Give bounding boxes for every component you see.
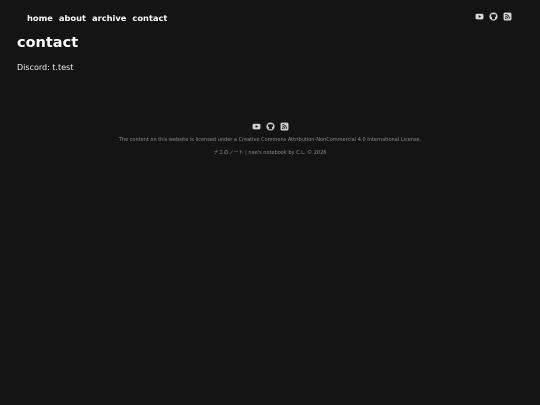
page-title: contact [17,35,79,51]
youtube-icon[interactable] [252,122,261,131]
license-text[interactable]: The content on this website is licensed … [0,137,540,143]
nav-home-link[interactable]: home [27,13,53,23]
site-footer: The content on this website is licensed … [0,122,540,156]
discord-contact: Discord: t.test [17,63,74,72]
nav-archive-link[interactable]: archive [92,13,126,23]
youtube-icon[interactable] [475,12,484,21]
main-nav: home about archive contact [27,13,167,23]
footer-social-links [0,122,540,131]
github-icon[interactable] [265,122,275,131]
nav-contact-link[interactable]: contact [132,13,167,23]
nav-about-link[interactable]: about [59,13,86,23]
page-root: home about archive contact contact Disco… [0,0,540,405]
header-social-links [475,12,512,21]
rss-icon[interactable] [280,122,289,131]
github-icon[interactable] [489,12,498,21]
rss-icon[interactable] [503,12,512,21]
copyright-text: ナエのノート | nae's notebook by C.L. © 2026 [213,150,327,156]
